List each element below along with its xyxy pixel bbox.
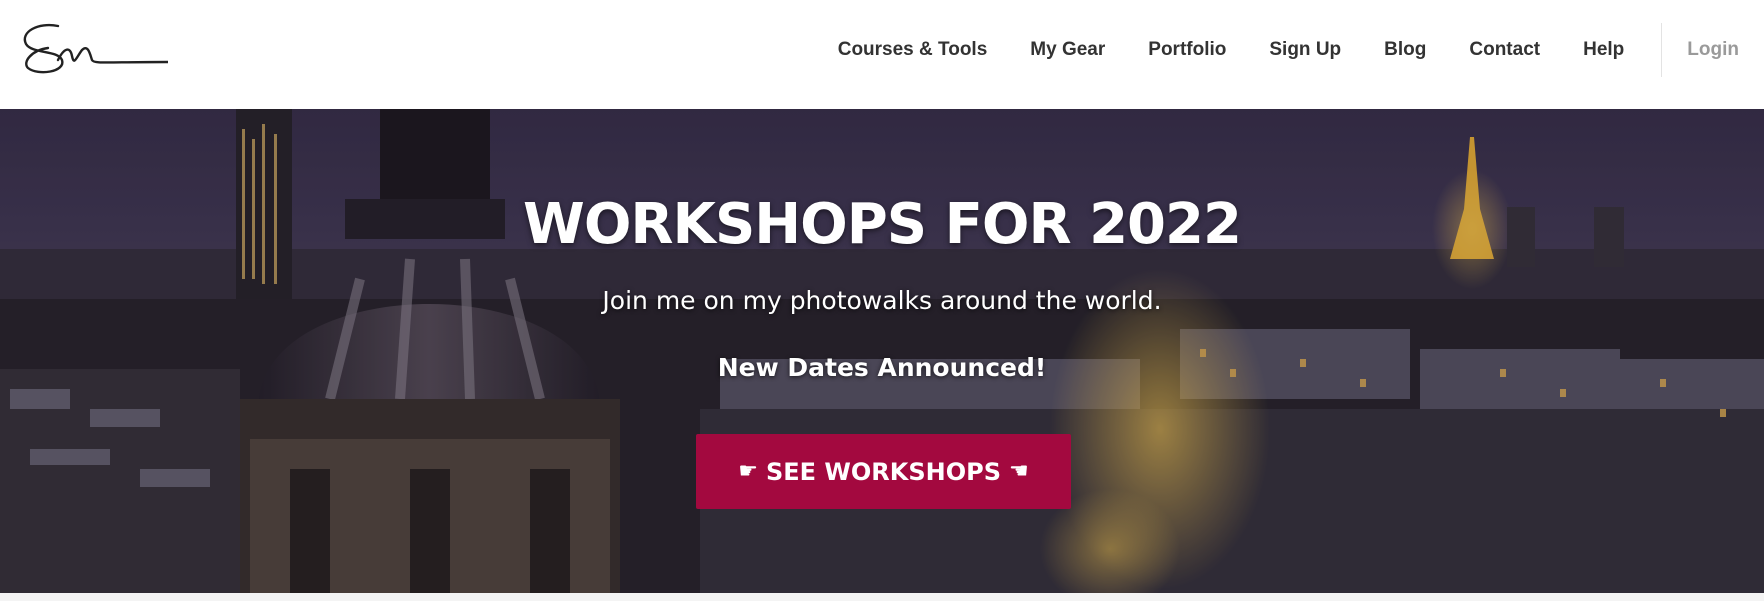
- hero-subtitle: Join me on my photowalks around the worl…: [602, 286, 1162, 315]
- see-workshops-label: SEE WORKSHOPS: [765, 457, 1002, 486]
- hand-pointing-left-icon: ☚: [1009, 459, 1029, 484]
- nav-divider: [1661, 23, 1663, 77]
- login-link[interactable]: Login: [1687, 39, 1739, 61]
- section-divider-strip: [0, 593, 1764, 601]
- site-header: Courses & Tools My Gear Portfolio Sign U…: [0, 0, 1764, 109]
- main-nav: Courses & Tools My Gear Portfolio Sign U…: [838, 0, 1764, 100]
- hero-content: WORKSHOPS FOR 2022 Join me on my photowa…: [0, 109, 1764, 593]
- hero-announcement: New Dates Announced!: [717, 353, 1047, 382]
- nav-item-courses-tools[interactable]: Courses & Tools: [838, 39, 988, 61]
- nav-item-help[interactable]: Help: [1583, 39, 1624, 61]
- nav-item-contact[interactable]: Contact: [1469, 39, 1540, 61]
- signature-logo[interactable]: [18, 20, 168, 82]
- hero-title: WORKSHOPS FOR 2022: [523, 192, 1242, 257]
- nav-item-sign-up[interactable]: Sign Up: [1269, 39, 1341, 61]
- see-workshops-button[interactable]: ☛ SEE WORKSHOPS ☚: [696, 434, 1071, 509]
- hero-banner: WORKSHOPS FOR 2022 Join me on my photowa…: [0, 109, 1764, 593]
- nav-item-portfolio[interactable]: Portfolio: [1148, 39, 1226, 61]
- hand-pointing-right-icon: ☛: [738, 459, 758, 484]
- nav-item-blog[interactable]: Blog: [1384, 39, 1426, 61]
- nav-item-my-gear[interactable]: My Gear: [1030, 39, 1105, 61]
